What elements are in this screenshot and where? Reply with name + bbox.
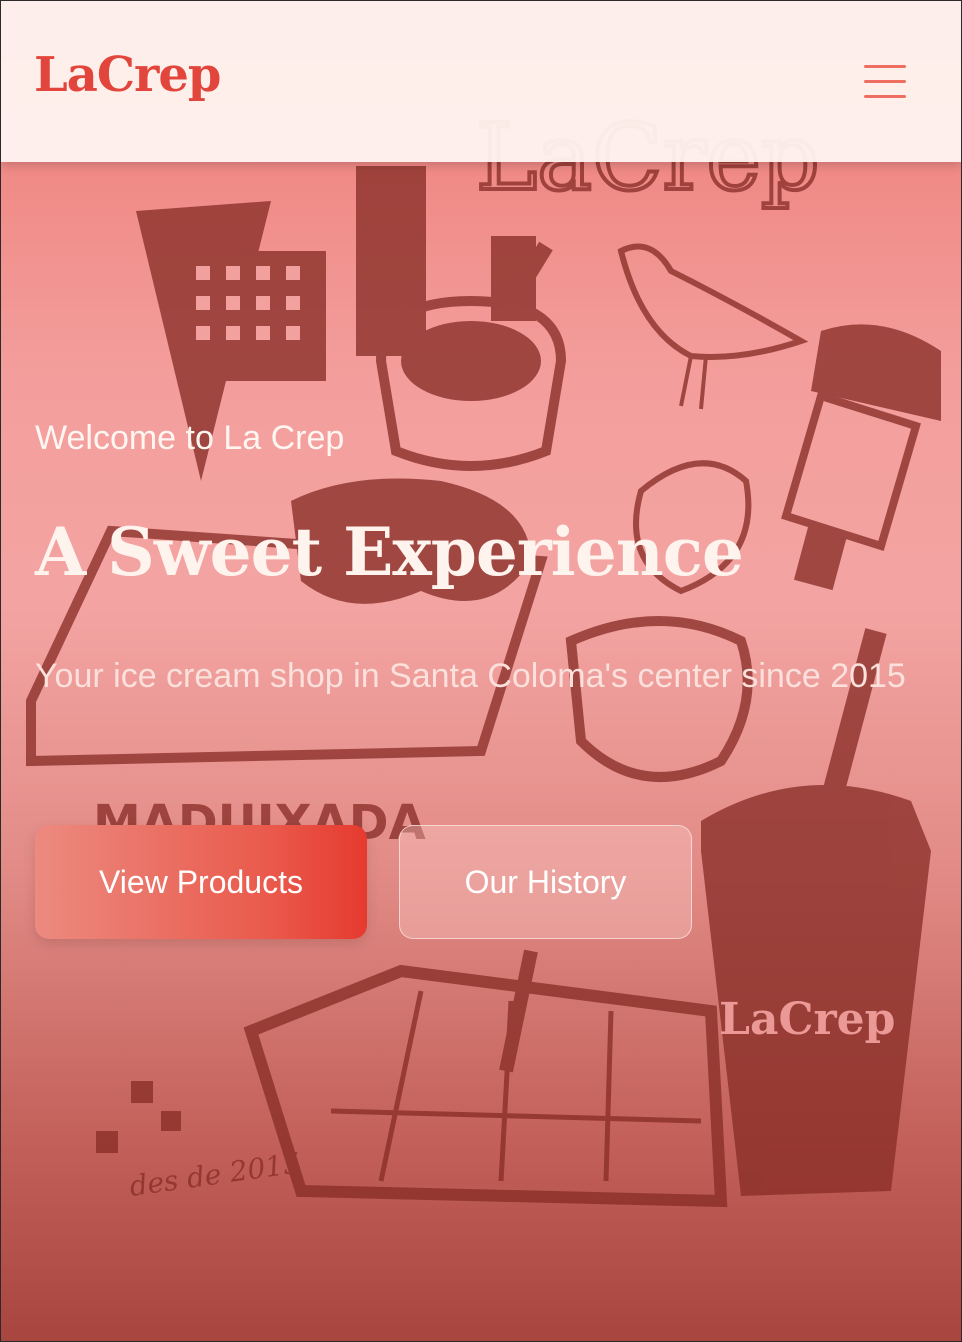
drink-cup-shape <box>701 785 931 1196</box>
page-frame: LaCrep MADUIXADA des de 2015 LaCrep Welc… <box>0 0 962 1342</box>
view-products-button[interactable]: View Products <box>35 825 367 939</box>
illustration-logo-cup: LaCrep <box>719 994 895 1045</box>
site-header: LaCrep <box>1 1 961 162</box>
bird-shape <box>617 243 809 360</box>
menu-bar-top <box>864 65 906 68</box>
illustration-since: des de 2015 <box>127 1146 302 1203</box>
popsicle-shape <box>811 324 941 421</box>
site-logo[interactable]: LaCrep <box>34 47 221 103</box>
menu-bar-bottom <box>864 95 906 98</box>
hero-welcome-text: Welcome to La Crep <box>35 419 345 457</box>
hero-headline: A Sweet Experience <box>35 513 744 591</box>
our-history-button[interactable]: Our History <box>399 825 692 939</box>
hero-tagline: Your ice cream shop in Santa Coloma's ce… <box>35 657 906 695</box>
menu-bar-middle <box>864 80 906 83</box>
hamburger-menu-icon[interactable] <box>861 61 909 103</box>
hero-section: LaCrep MADUIXADA des de 2015 LaCrep Welc… <box>1 1 961 1341</box>
crepe-plate-shape <box>243 964 728 1208</box>
